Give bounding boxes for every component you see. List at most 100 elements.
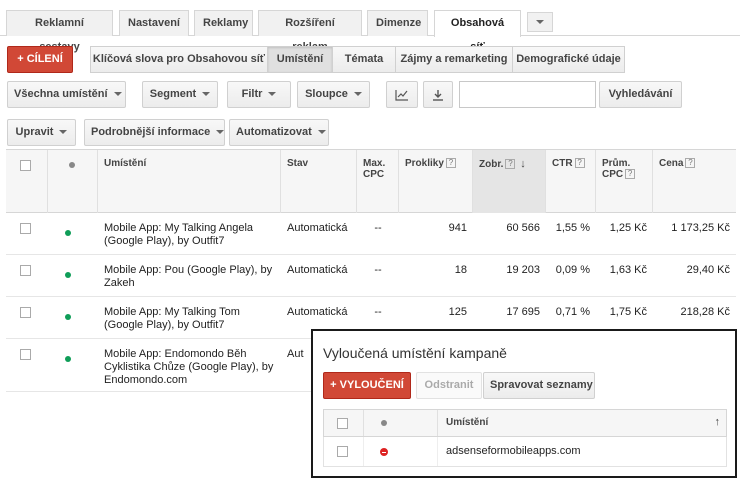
avg-cpc-value: 1,63 Kč [609, 264, 647, 276]
chart-button[interactable] [386, 81, 418, 108]
subtab-display-keywords[interactable]: Klíčová slova pro Obsahovou síť [90, 46, 268, 73]
remove-button[interactable]: Odstranit [416, 372, 482, 399]
chevron-down-icon [113, 92, 122, 97]
excluded-placement-name[interactable]: adsenseformobileapps.com [446, 445, 581, 457]
placement-name[interactable]: Mobile App: Endomondo Běh Cyklistika Chů… [98, 340, 281, 391]
ctr-value: 0,09 % [555, 264, 590, 276]
tab-ads[interactable]: Reklamy [194, 10, 253, 36]
tab-ad-groups[interactable]: Reklamní sestavy [6, 10, 113, 53]
details-label: Podrobnější informace [91, 126, 211, 138]
status-dot-icon [381, 420, 387, 426]
status-enabled-icon [65, 272, 71, 278]
all-placements-dropdown[interactable]: Všechna umístění [7, 81, 126, 108]
cost-value: 29,40 Kč [686, 264, 730, 276]
segment-label: Segment [149, 88, 197, 100]
impressions-value: 60 566 [506, 222, 540, 234]
header-placement[interactable]: Umístění [446, 417, 488, 428]
subtab-interests-remarketing[interactable]: Zájmy a remarketing [395, 46, 513, 73]
add-exclusion-button[interactable]: + VYLOUČENÍ [323, 372, 411, 399]
table-row: Mobile App: My Talking Angela (Google Pl… [6, 214, 736, 255]
filter-dropdown[interactable]: Filtr [227, 81, 291, 108]
details-dropdown[interactable]: Podrobnější informace [84, 119, 225, 146]
filter-label: Filtr [241, 88, 263, 100]
manage-lists-button[interactable]: Spravovat seznamy [483, 372, 595, 399]
status-dot-icon [69, 162, 75, 168]
row-checkbox[interactable] [20, 307, 31, 318]
edit-label: Upravit [15, 126, 54, 138]
header-placement[interactable]: Umístění [98, 150, 281, 213]
select-all-checkbox[interactable] [20, 160, 31, 171]
edit-dropdown[interactable]: Upravit [7, 119, 76, 146]
header-max-cpc[interactable]: Max. CPC [357, 150, 399, 213]
placements-table: Umístění Stav Max. CPC Prokliky? Zobr.? … [6, 149, 736, 392]
cost-value: 1 173,25 Kč [671, 222, 730, 234]
select-all-checkbox[interactable] [337, 418, 348, 429]
automate-label: Automatizovat [236, 126, 312, 138]
max-cpc-value: -- [374, 222, 382, 234]
row-checkbox[interactable] [20, 265, 31, 276]
tab-dimensions[interactable]: Dimenze [367, 10, 428, 36]
max-cpc-value: -- [374, 264, 382, 276]
clicks-value: 941 [448, 222, 467, 234]
column-divider [363, 437, 364, 466]
add-targeting-button[interactable]: + CÍLENÍ [7, 46, 73, 73]
excluded-table-header: Umístění ↑ [323, 409, 727, 437]
header-status-dot-cell [48, 150, 98, 213]
tab-display-network[interactable]: Obsahová síť [434, 10, 521, 53]
sort-up-arrow-icon: ↑ [714, 416, 721, 428]
help-icon[interactable]: ? [685, 158, 696, 168]
subtab-topics[interactable]: Témata [332, 46, 396, 73]
search-input[interactable] [459, 81, 596, 108]
chevron-down-icon [536, 20, 544, 24]
row-checkbox[interactable] [20, 223, 31, 234]
search-button[interactable]: Vyhledávání [599, 81, 682, 108]
header-clicks-label: Prokliky [405, 158, 444, 169]
status-value: Automatická [287, 222, 348, 234]
table-row: Mobile App: Pou (Google Play), by Zakeh … [6, 256, 736, 297]
avg-cpc-value: 1,25 Kč [609, 222, 647, 234]
chevron-down-icon [353, 92, 362, 97]
tab-settings[interactable]: Nastavení [119, 10, 189, 36]
header-clicks[interactable]: Prokliky? [399, 150, 473, 213]
status-enabled-icon [65, 230, 71, 236]
header-ctr-label: CTR [552, 158, 573, 169]
sort-down-arrow-icon: ↓ [520, 158, 526, 170]
columns-dropdown[interactable]: Sloupce [297, 81, 370, 108]
columns-label: Sloupce [305, 88, 348, 100]
header-impressions[interactable]: Zobr.? ↓ [473, 150, 546, 213]
excluded-icon [380, 448, 388, 456]
header-ctr[interactable]: CTR? [546, 150, 596, 213]
chevron-down-icon [216, 130, 225, 135]
placement-name[interactable]: Mobile App: My Talking Tom (Google Play)… [98, 298, 281, 338]
help-icon[interactable]: ? [625, 169, 636, 179]
more-tabs-button[interactable] [527, 12, 553, 32]
header-select-cell [6, 150, 48, 213]
header-avg-cpc[interactable]: Prům. CPC? [596, 150, 653, 213]
table-header: Umístění Stav Max. CPC Prokliky? Zobr.? … [6, 150, 736, 213]
campaign-tabbar: Reklamní sestavy Nastavení Reklamy Rozší… [0, 0, 740, 53]
row-checkbox[interactable] [337, 446, 348, 457]
header-impressions-label: Zobr. [479, 159, 504, 170]
header-cost[interactable]: Cena? [653, 150, 736, 213]
help-icon[interactable]: ? [574, 158, 585, 168]
automate-dropdown[interactable]: Automatizovat [229, 119, 329, 146]
tab-ad-extensions[interactable]: Rozšíření reklam [258, 10, 362, 53]
download-button[interactable] [423, 81, 453, 108]
subtab-placements[interactable]: Umístění [267, 46, 333, 73]
subtab-demographics[interactable]: Demografické údaje [512, 46, 625, 73]
line-chart-icon [395, 90, 408, 101]
header-status[interactable]: Stav [281, 150, 357, 213]
help-icon[interactable]: ? [445, 158, 456, 168]
segment-dropdown[interactable]: Segment [142, 81, 218, 108]
panel-title: Vyloučená umístění kampaně [323, 345, 507, 361]
placement-name[interactable]: Mobile App: Pou (Google Play), by Zakeh [98, 256, 281, 296]
table-row: adsenseformobileapps.com [323, 437, 727, 467]
status-enabled-icon [65, 356, 71, 362]
row-checkbox[interactable] [20, 349, 31, 360]
column-divider [363, 410, 364, 436]
help-icon[interactable]: ? [505, 159, 516, 169]
impressions-value: 19 203 [506, 264, 540, 276]
status-value: Automatická [287, 264, 348, 276]
placement-name[interactable]: Mobile App: My Talking Angela (Google Pl… [98, 214, 281, 254]
column-divider [437, 437, 438, 466]
